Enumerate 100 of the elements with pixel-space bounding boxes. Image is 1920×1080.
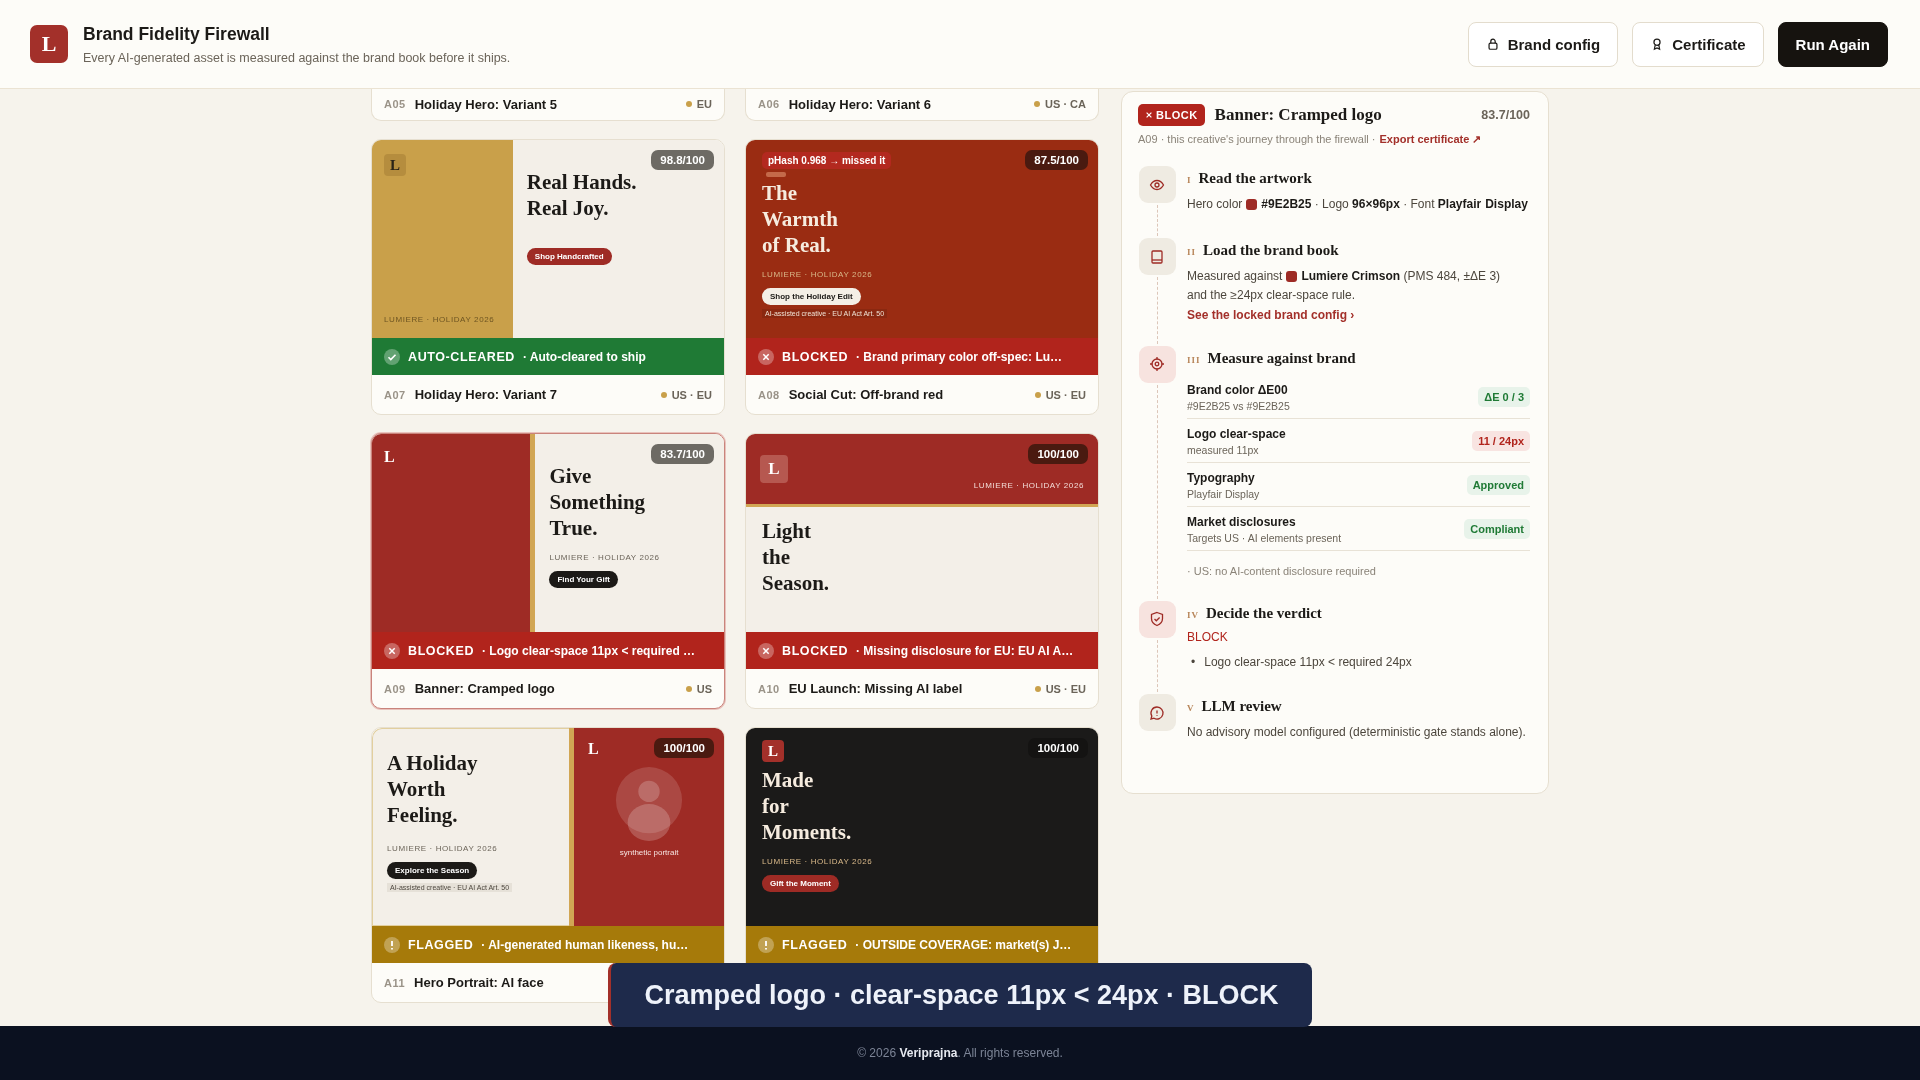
check-label: Brand color ΔE00	[1187, 382, 1289, 397]
eye-icon	[1138, 166, 1176, 203]
status-label: BLOCKED	[782, 643, 848, 658]
cta-button: Shop Handcrafted	[526, 247, 612, 265]
asset-card[interactable]: A06 Holiday Hero: Variant 6 US · CA	[745, 89, 1099, 121]
step-numeral: III	[1187, 354, 1201, 365]
market-tag: US · CA	[1034, 98, 1086, 110]
check-detail: #9E2B25 vs #9E2B25	[1187, 399, 1290, 412]
logo-placeholder	[766, 172, 786, 177]
close-icon	[758, 642, 774, 659]
step-text: #9E2B25 · Logo 96×96px · Font Playfair	[1261, 196, 1482, 213]
step-numeral: IV	[1187, 609, 1199, 620]
status-label: BLOCKED	[782, 349, 848, 364]
asset-title: Banner: Cramped logo	[414, 681, 556, 696]
step-numeral: II	[1187, 247, 1196, 258]
book-icon	[1138, 238, 1176, 276]
step-text: No advisory model configured (deterministic gate stands alone).	[1187, 724, 1526, 742]
cta-button: Explore the Season	[387, 862, 478, 880]
asset-card[interactable]: A05 Holiday Hero: Variant 5 EU	[371, 89, 725, 121]
asset-title: Holiday Hero: Variant 7	[414, 387, 558, 402]
step-title: LLM review	[1201, 698, 1282, 716]
check-result: 11 / 24px	[1472, 431, 1530, 452]
tagline: LUMIERE · HOLIDAY 2026	[762, 270, 874, 280]
check-result: ΔE 0 / 3	[1478, 387, 1530, 408]
check-result: Approved	[1466, 475, 1530, 496]
warning-icon	[384, 936, 400, 953]
tagline: LUMIERE · HOLIDAY 2026	[762, 857, 874, 867]
score-badge: 83.7/100	[651, 444, 714, 464]
asset-id: A10	[758, 682, 780, 695]
phash-chip: pHash 0.968 → missed it	[762, 152, 892, 169]
cta-button: Gift the Moment	[762, 875, 839, 893]
headline: Light the Season.	[762, 519, 831, 597]
asset-id: A08	[758, 388, 780, 401]
brand-logo: L	[384, 154, 406, 176]
status-label: BLOCKED	[408, 643, 474, 658]
status-label: FLAGGED	[782, 937, 848, 952]
app-subtitle: Every AI-generated asset is measured against the brand book before it ships.	[83, 50, 511, 65]
status-label: AUTO-CLEARED	[408, 349, 515, 364]
asset-card[interactable]: L Give Something True. LUMIERE · HOLIDAY 2026 Find Your Gift 83.7/100 BLOCKED · Logo clear-space 11px < required … A09 Banner: Cramped logo US	[371, 433, 725, 709]
target-icon	[1138, 345, 1176, 383]
step-title: Decide the verdict	[1206, 604, 1322, 622]
asset-id: A07	[384, 388, 406, 401]
step-text: Hero color	[1187, 196, 1243, 213]
copyright-text: © 2026 Veriprajna. All rights reserved.	[857, 1046, 1063, 1060]
tagline: LUMIERE · HOLIDAY 2026	[549, 553, 661, 563]
score-badge: 100/100	[1028, 444, 1088, 464]
verdict-text: BLOCK	[1187, 629, 1229, 644]
chat-icon	[1138, 694, 1176, 732]
brand-logo: L	[384, 448, 396, 466]
market-tag: EU	[685, 98, 712, 110]
verdict-badge: BLOCK	[1138, 104, 1205, 126]
asset-card[interactable]: L LUMIERE · HOLIDAY 2026 Real Hands. Real Joy. Shop Handcrafted 98.8/100 AUTO-CLEARED · Auto-cleared to ship A07 Holiday Hero: Variant 7 US · EU	[371, 139, 725, 415]
tagline: LUMIERE · HOLIDAY 2026	[387, 844, 499, 854]
brand-config-button[interactable]: Brand config	[1467, 21, 1619, 67]
status-message: · AI-generated human likeness, hu…	[481, 937, 689, 952]
status-message: · Brand primary color off-spec: Lu…	[856, 349, 1063, 364]
step-text: Display	[1485, 196, 1528, 213]
close-icon	[758, 348, 774, 365]
brand-logo: L	[588, 740, 599, 758]
export-certificate-link[interactable]: Export certificate ↗	[1379, 133, 1482, 146]
step-title: Load the brand book	[1203, 242, 1339, 260]
app-logo: L	[30, 25, 68, 63]
market-tag: US	[685, 682, 712, 695]
score-badge: 100/100	[1028, 738, 1088, 758]
asset-id: A05	[384, 98, 406, 110]
asset-card[interactable]: L LUMIERE · HOLIDAY 2026 Light the Season. 100/100 BLOCKED · Missing disclosure for EU: EU AI A… A10 EU Launch: Missing AI label US · EU	[745, 433, 1099, 709]
score-badge: 100/100	[654, 738, 714, 758]
market-tag: US · EU	[1034, 682, 1086, 695]
app-title: Brand Fidelity Firewall	[83, 23, 271, 45]
lock-icon	[1485, 37, 1500, 51]
asset-card[interactable]	[745, 139, 1099, 415]
panel-title: Banner: Cramped logo	[1214, 105, 1383, 125]
headline: The Warmth of Real.	[762, 181, 839, 259]
status-label: FLAGGED	[408, 937, 474, 952]
warning-icon	[758, 936, 774, 953]
asset-id: A06	[758, 98, 780, 110]
step-text: and the ≥24px clear-space rule.	[1187, 287, 1356, 305]
status-message: · OUTSIDE COVERAGE: market(s) J…	[855, 937, 1072, 952]
run-again-button[interactable]: Run Again	[1777, 21, 1888, 67]
asset-title: Holiday Hero: Variant 5	[414, 96, 558, 112]
status-message: · Missing disclosure for EU: EU AI A…	[856, 643, 1074, 658]
asset-title: EU Launch: Missing AI label	[788, 681, 964, 696]
bullet-mark: •	[1191, 653, 1196, 671]
headline: Real Hands. Real Joy.	[526, 170, 638, 222]
tagline: LUMIERE · HOLIDAY 2026	[973, 481, 1084, 490]
portrait-label: synthetic portrait	[619, 848, 679, 857]
panel-score: 83.7/100	[1481, 108, 1530, 122]
certificate-button[interactable]: Certificate	[1632, 21, 1764, 67]
market-tag: US · EU	[660, 388, 712, 401]
asset-title: Holiday Hero: Variant 6	[788, 96, 932, 112]
cta-button: Shop the Holiday Edit	[762, 288, 861, 306]
panel-subtitle: A09 · this creative's journey through the firewall ·	[1138, 133, 1376, 146]
brand-config-link[interactable]: See the locked brand config ›	[1187, 307, 1530, 322]
brand-logo: L	[760, 455, 788, 483]
market-tag: US · EU	[1034, 388, 1086, 401]
score-badge: 98.8/100	[651, 150, 714, 170]
check-note: · US: no AI-content disclosure required	[1187, 564, 1377, 577]
asset-id: A11	[384, 976, 406, 989]
check-detail: Targets US · AI elements present	[1187, 531, 1342, 544]
asset-title: Social Cut: Off-brand red	[788, 387, 945, 402]
